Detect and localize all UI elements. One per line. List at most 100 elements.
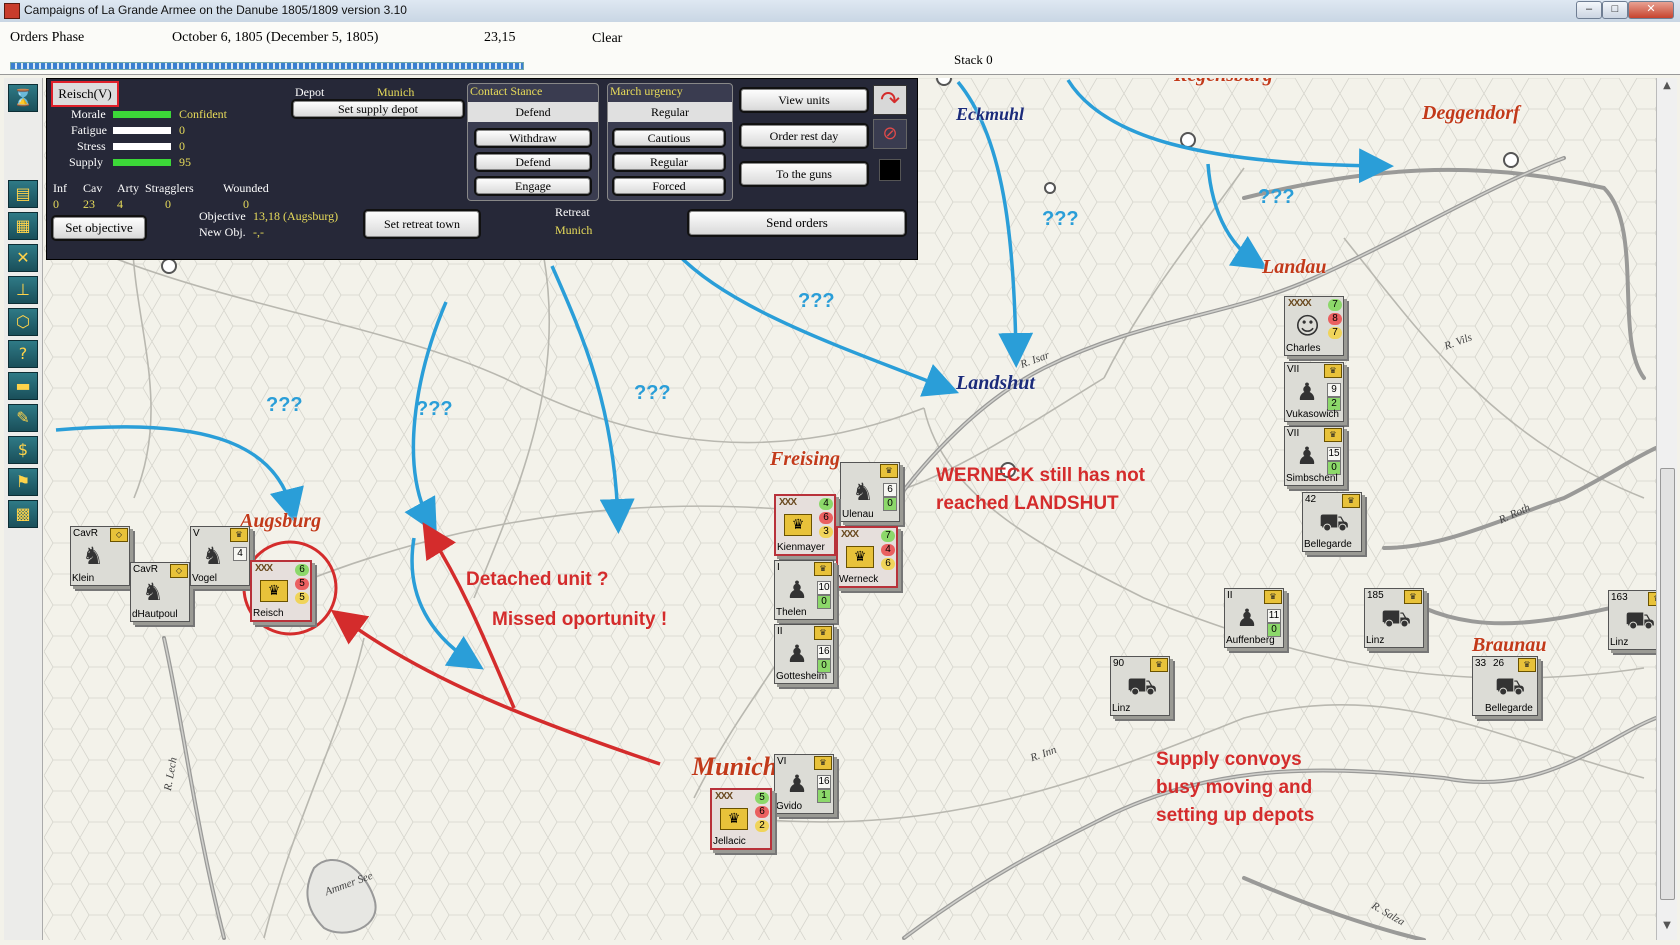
clear-button[interactable]: Clear (592, 31, 622, 47)
infantry-figure-icon: ♟ (1296, 378, 1318, 406)
flag-icon[interactable]: ⚑ (8, 468, 38, 496)
unit-counter-linz-90[interactable]: 90 ♛ ⛟ Linz (1110, 656, 1170, 716)
undo-arrow-icon[interactable]: ↷ (873, 85, 907, 115)
question-icon[interactable]: ? (8, 340, 38, 368)
retreat-value: Munich (555, 223, 593, 237)
morale-value: Confident (179, 107, 227, 121)
unit-counter-auffenberg[interactable]: II ♛ 11 0 ♟ Auffenberg (1224, 588, 1284, 648)
scrollbar-thumb[interactable] (1660, 468, 1675, 900)
unit-counter-werneck[interactable]: XXX 7 4 6 ♛ Werneck (836, 526, 898, 588)
regular-button[interactable]: Regular (612, 152, 726, 172)
set-objective-button[interactable]: Set objective (51, 215, 147, 241)
supply-value: 95 (179, 155, 191, 169)
unit-counter-bellegarde-26[interactable]: 33 26 ♛ ⛟ Bellegarde (1472, 656, 1538, 716)
contact-stance-label: Contact Stance (470, 84, 543, 98)
eagle-badge-icon: ♛ (1150, 658, 1168, 672)
grid-icon[interactable]: ▩ (8, 500, 38, 528)
engage-button[interactable]: Engage (474, 176, 592, 196)
cautious-button[interactable]: Cautious (612, 128, 726, 148)
city-regensburg[interactable]: Regensburg (1174, 78, 1273, 87)
view-units-button[interactable]: View units (739, 87, 869, 113)
maximize-button[interactable]: □ (1602, 1, 1628, 19)
unit-counter-klein[interactable]: CavR ◇ ♞ Klein (70, 526, 130, 586)
eagle-hq-icon: ♛ (846, 546, 874, 568)
unit-counter-gottesheim[interactable]: II ♛ 16 0 ♟ Gottesheim (774, 624, 834, 684)
defend-button[interactable]: Defend (474, 152, 592, 172)
depot-label: Depot (295, 85, 325, 99)
map-vertical-scrollbar[interactable]: ▲ ▼ (1656, 78, 1677, 940)
set-supply-depot-button[interactable]: Set supply depot (291, 99, 465, 119)
unit-counter-charles[interactable]: XXXX 7 8 7 ☺ Charles (1284, 296, 1344, 356)
close-button[interactable]: ✕ (1628, 1, 1674, 19)
send-orders-button[interactable]: Send orders (687, 209, 907, 237)
supply-wagon-icon: ⛟ (1126, 672, 1158, 700)
unit-counter-ulenau[interactable]: ♛ 6 0 ♞ Ulenau (840, 462, 900, 522)
stragglers-label: Stragglers (145, 181, 194, 195)
minimize-button[interactable]: – (1576, 1, 1602, 19)
dollar-icon[interactable]: $ (8, 436, 38, 464)
scroll-up-icon[interactable]: ▲ (1659, 80, 1675, 96)
unit-counter-vukasowich[interactable]: VII ♛ 9 2 ♟ Vukasowich (1284, 362, 1344, 422)
fatigue-value: 0 (179, 123, 185, 137)
color-swatch-icon[interactable] (879, 159, 901, 181)
cancel-orders-icon[interactable]: ⊘ (873, 119, 907, 149)
unit-counter-linz-163[interactable]: 163 ♛ ⛟ Linz (1608, 590, 1656, 650)
unit-counter-kienmayer[interactable]: XXX 4 6 3 ♛ Kienmayer (774, 494, 836, 556)
cavalry-figure-icon: ♞ (82, 542, 104, 570)
hex-coords: 23,15 (484, 30, 516, 45)
cavalry-figure-icon: ♞ (852, 478, 874, 506)
objective-value: 13,18 (Augsburg) (253, 209, 339, 223)
window-titlebar: Campaigns of La Grande Armee on the Danu… (0, 0, 1680, 23)
city-eckmuhl[interactable]: Eckmuhl (956, 104, 1024, 125)
city-landshut[interactable]: Landshut (956, 372, 1035, 395)
city-deggendorf[interactable]: Deggendorf (1422, 102, 1520, 125)
unit-counter-thelen[interactable]: I ♛ 10 0 ♟ Thelen (774, 560, 834, 620)
unit-counter-gvido[interactable]: VI ♛ 16 1 ♟ Gvido (774, 754, 834, 814)
unknown-route-label: ??? (634, 382, 671, 404)
forced-button[interactable]: Forced (612, 176, 726, 196)
withdraw-button[interactable]: Withdraw (474, 128, 592, 148)
unit-counter-linz-185[interactable]: 185 ♛ ⛟ Linz (1364, 588, 1424, 648)
ledger-icon[interactable]: ▬ (8, 372, 38, 400)
city-augsburg[interactable]: Augsburg (240, 510, 321, 533)
city-munich[interactable]: Munich (692, 752, 777, 782)
contact-stance-value: Defend (468, 102, 598, 122)
hexagon-icon[interactable]: ⬡ (8, 308, 38, 336)
unit-name-tab[interactable]: Reisch(V) (51, 81, 119, 107)
pencil-icon[interactable]: ✎ (8, 404, 38, 432)
crossed-swords-icon[interactable]: ✕ (8, 244, 38, 272)
stack-label: Stack 0 (954, 52, 993, 67)
unknown-route-label: ??? (798, 290, 835, 312)
cavalry-badge-icon: ◇ (110, 528, 128, 542)
arty-value: 4 (117, 197, 123, 211)
cav-label: Cav (83, 181, 103, 195)
city-landau[interactable]: Landau (1262, 256, 1326, 279)
unit-counter-jellacic[interactable]: XXX 5 6 2 ♛ Jellacic (710, 788, 772, 850)
set-retreat-town-button[interactable]: Set retreat town (363, 209, 481, 239)
unit-counter-dhautpoul[interactable]: CavR ◇ ♞ dHautpoul (130, 562, 190, 622)
supply-wagon-icon: ⛟ (1624, 606, 1656, 634)
scroll-down-icon[interactable]: ▼ (1659, 920, 1675, 936)
hierarchy-icon[interactable]: ⊥ (8, 276, 38, 304)
unit-orders-panel: Reisch(V) Morale Confident Fatigue 0 Str… (46, 78, 918, 260)
morale-label: Morale (71, 107, 106, 121)
stress-label: Stress (77, 139, 106, 153)
to-the-guns-button[interactable]: To the guns (739, 161, 869, 187)
eagle-badge-icon: ♛ (880, 464, 898, 478)
unit-counter-reisch[interactable]: XXX 6 5 5 ♛ Reisch (250, 560, 312, 622)
eagle-hq-icon: ♛ (720, 808, 748, 830)
order-rest-day-button[interactable]: Order rest day (739, 123, 869, 149)
stack-icon[interactable]: ▦ (8, 212, 38, 240)
wounded-label: Wounded (223, 181, 269, 195)
morale-bar (113, 111, 171, 118)
city-freising[interactable]: Freising (770, 448, 840, 471)
unit-counter-bellegarde-42[interactable]: 42 ♛ ⛟ Bellegarde (1302, 492, 1362, 552)
unit-counter-simbschenl[interactable]: VII ♛ 15 0 ♟ Simbschenl (1284, 426, 1344, 486)
city-braunau[interactable]: Braunau (1472, 634, 1547, 657)
cav-value: 23 (83, 197, 95, 211)
eagle-badge-icon: ♛ (814, 626, 832, 640)
hourglass-icon[interactable]: ⌛ (8, 84, 38, 112)
stress-value: 0 (179, 139, 185, 153)
scroll-icon[interactable]: ▤ (8, 180, 38, 208)
unit-counter-vogel[interactable]: V ♛ 4 ♞ Vogel (190, 526, 250, 586)
